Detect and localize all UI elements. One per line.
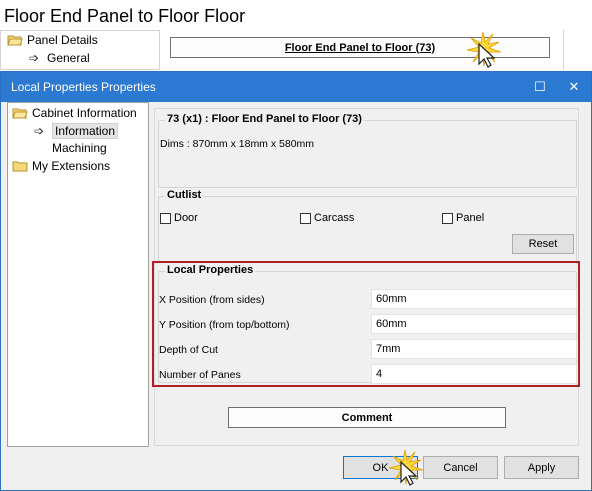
- panel-info-group: 73 (x1) : Floor End Panel to Floor (73) …: [158, 113, 577, 188]
- checkbox-box[interactable]: [300, 212, 311, 224]
- tree-label-information: Information: [52, 123, 119, 139]
- tree-item-machining[interactable]: Machining: [52, 141, 107, 155]
- bg-tree-label-panel-details: Panel Details: [27, 33, 98, 47]
- cutlist-group: Cutlist Door Carcass Panel Reset: [158, 189, 577, 262]
- tree-label-machining: Machining: [52, 141, 107, 155]
- click-indicator-icon: [465, 30, 505, 73]
- door-checkbox[interactable]: Door: [160, 212, 198, 224]
- carcass-checkbox[interactable]: Carcass: [300, 212, 354, 224]
- cutlist-title: Cutlist: [165, 189, 204, 201]
- tree-label-cabinet-information: Cabinet Information: [32, 106, 137, 120]
- click-indicator-icon: [387, 448, 427, 491]
- checkbox-box[interactable]: [160, 212, 171, 224]
- checkbox-box[interactable]: [442, 212, 453, 224]
- tree-item-my-extensions[interactable]: My Extensions: [12, 159, 110, 173]
- panel-dims: Dims : 870mm x 18mm x 580mm: [160, 138, 315, 150]
- dialog-title: Local Properties Properties: [11, 80, 156, 94]
- background-tree: Panel Details ➩ General: [0, 30, 160, 70]
- folder-open-icon: [12, 107, 28, 119]
- maximize-icon[interactable]: ☐: [525, 72, 555, 102]
- background-window-title: Floor End Panel to Floor Floor: [4, 6, 246, 26]
- close-icon[interactable]: ✕: [559, 72, 589, 102]
- apply-button[interactable]: Apply: [504, 456, 579, 479]
- reset-button[interactable]: Reset: [512, 234, 574, 254]
- folder-icon: [12, 160, 28, 172]
- bg-tree-item-general[interactable]: ➩ General: [29, 51, 90, 65]
- tree-label-my-extensions: My Extensions: [32, 159, 111, 173]
- highlight-box: [152, 261, 580, 387]
- panel-checkbox[interactable]: Panel: [442, 212, 484, 224]
- cancel-button[interactable]: Cancel: [423, 456, 498, 479]
- bg-tree-item-panel-details[interactable]: Panel Details: [7, 33, 98, 47]
- properties-dialog: Local Properties Properties ☐ ✕ Cabinet …: [0, 71, 592, 491]
- arrow-right-icon: ➩: [29, 51, 40, 65]
- arrow-right-icon: ➩: [34, 124, 45, 138]
- comment-button[interactable]: Comment: [228, 407, 506, 428]
- dialog-titlebar: Local Properties Properties ☐ ✕: [1, 72, 591, 102]
- tree-item-cabinet-information[interactable]: Cabinet Information: [12, 106, 137, 120]
- panel-label: Panel: [456, 212, 485, 224]
- door-label: Door: [174, 212, 198, 224]
- carcass-label: Carcass: [314, 212, 355, 224]
- bg-tree-label-general: General: [47, 51, 90, 65]
- panel-info-title: 73 (x1) : Floor End Panel to Floor (73): [165, 113, 364, 125]
- folder-open-icon: [7, 34, 23, 46]
- tree-item-information[interactable]: ➩ Information: [34, 123, 119, 139]
- navigation-tree: Cabinet Information ➩ Information Machin…: [7, 102, 149, 447]
- background-divider: [563, 30, 564, 70]
